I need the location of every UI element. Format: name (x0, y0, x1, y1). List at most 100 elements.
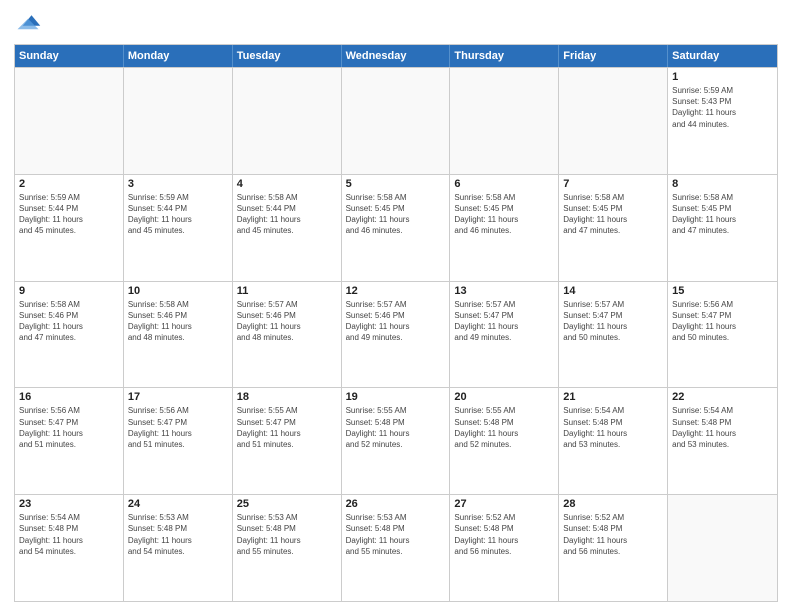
day-info: Sunrise: 5:53 AM Sunset: 5:48 PM Dayligh… (128, 512, 228, 557)
cal-header-day: Saturday (668, 45, 777, 67)
day-number: 17 (128, 391, 228, 403)
header (14, 10, 778, 38)
day-number: 25 (237, 498, 337, 510)
calendar-cell: 10Sunrise: 5:58 AM Sunset: 5:46 PM Dayli… (124, 282, 233, 388)
day-info: Sunrise: 5:56 AM Sunset: 5:47 PM Dayligh… (128, 405, 228, 450)
day-number: 15 (672, 285, 773, 297)
day-info: Sunrise: 5:57 AM Sunset: 5:47 PM Dayligh… (563, 299, 663, 344)
day-number: 8 (672, 178, 773, 190)
day-number: 24 (128, 498, 228, 510)
calendar-row: 9 Sunrise: 5:58 AM Sunset: 5:46 PM Daylig… (15, 281, 777, 388)
day-info: Sunrise: 5:54 AM Sunset: 5:48 PM Dayligh… (563, 405, 663, 450)
cal-header-day: Friday (559, 45, 668, 67)
day-number: 10 (128, 285, 228, 297)
calendar-cell: 3Sunrise: 5:59 AM Sunset: 5:44 PM Daylig… (124, 175, 233, 281)
cal-header-day: Tuesday (233, 45, 342, 67)
day-number: 27 (454, 498, 554, 510)
day-info: Sunrise: 5:57 AM Sunset: 5:46 PM Dayligh… (346, 299, 446, 344)
calendar-cell (15, 68, 124, 174)
calendar-body: 1 Sunrise: 5:59 AM Sunset: 5:43 PM Daylig… (15, 67, 777, 601)
calendar: SundayMondayTuesdayWednesdayThursdayFrid… (14, 44, 778, 602)
calendar-cell: 22 Sunrise: 5:54 AM Sunset: 5:48 PM Dayli… (668, 388, 777, 494)
calendar-cell: 7 Sunrise: 5:58 AM Sunset: 5:45 PM Daylig… (559, 175, 668, 281)
calendar-cell: 5Sunrise: 5:58 AM Sunset: 5:45 PM Daylig… (342, 175, 451, 281)
day-info: Sunrise: 5:56 AM Sunset: 5:47 PM Dayligh… (19, 405, 119, 450)
day-info: Sunrise: 5:52 AM Sunset: 5:48 PM Dayligh… (563, 512, 663, 557)
day-number: 23 (19, 498, 119, 510)
calendar-cell: 16 Sunrise: 5:56 AM Sunset: 5:47 PM Dayli… (15, 388, 124, 494)
day-number: 1 (672, 71, 773, 83)
day-info: Sunrise: 5:58 AM Sunset: 5:45 PM Dayligh… (454, 192, 554, 237)
calendar-cell: 9 Sunrise: 5:58 AM Sunset: 5:46 PM Daylig… (15, 282, 124, 388)
day-info: Sunrise: 5:53 AM Sunset: 5:48 PM Dayligh… (346, 512, 446, 557)
day-number: 9 (19, 285, 119, 297)
logo (14, 10, 46, 38)
calendar-cell (450, 68, 559, 174)
calendar-cell: 25 Sunrise: 5:53 AM Sunset: 5:48 PM Dayli… (233, 495, 342, 601)
calendar-cell: 19 Sunrise: 5:55 AM Sunset: 5:48 PM Dayli… (342, 388, 451, 494)
day-number: 11 (237, 285, 337, 297)
day-number: 22 (672, 391, 773, 403)
day-number: 12 (346, 285, 446, 297)
calendar-cell: 28 Sunrise: 5:52 AM Sunset: 5:48 PM Dayli… (559, 495, 668, 601)
calendar-cell: 12 Sunrise: 5:57 AM Sunset: 5:46 PM Dayli… (342, 282, 451, 388)
calendar-cell: 24 Sunrise: 5:53 AM Sunset: 5:48 PM Dayli… (124, 495, 233, 601)
day-info: Sunrise: 5:58 AM Sunset: 5:44 PM Dayligh… (237, 192, 337, 237)
calendar-cell (668, 495, 777, 601)
calendar-cell: 18 Sunrise: 5:55 AM Sunset: 5:47 PM Dayli… (233, 388, 342, 494)
day-number: 19 (346, 391, 446, 403)
page: SundayMondayTuesdayWednesdayThursdayFrid… (0, 0, 792, 612)
day-number: 16 (19, 391, 119, 403)
calendar-cell: 4 Sunrise: 5:58 AM Sunset: 5:44 PM Daylig… (233, 175, 342, 281)
calendar-row: 1 Sunrise: 5:59 AM Sunset: 5:43 PM Daylig… (15, 67, 777, 174)
calendar-cell: 14 Sunrise: 5:57 AM Sunset: 5:47 PM Dayli… (559, 282, 668, 388)
day-number: 4 (237, 178, 337, 190)
day-info: Sunrise: 5:56 AM Sunset: 5:47 PM Dayligh… (672, 299, 773, 344)
calendar-row: 2 Sunrise: 5:59 AM Sunset: 5:44 PM Daylig… (15, 174, 777, 281)
day-number: 26 (346, 498, 446, 510)
day-info: Sunrise: 5:58 AM Sunset: 5:45 PM Dayligh… (346, 192, 446, 237)
day-number: 14 (563, 285, 663, 297)
calendar-cell: 1 Sunrise: 5:59 AM Sunset: 5:43 PM Daylig… (668, 68, 777, 174)
calendar-cell: 2Sunrise: 5:59 AM Sunset: 5:44 PM Daylig… (15, 175, 124, 281)
day-info: Sunrise: 5:58 AM Sunset: 5:45 PM Dayligh… (563, 192, 663, 237)
day-info: Sunrise: 5:57 AM Sunset: 5:46 PM Dayligh… (237, 299, 337, 344)
logo-icon (14, 10, 42, 38)
calendar-header: SundayMondayTuesdayWednesdayThursdayFrid… (15, 45, 777, 67)
day-info: Sunrise: 5:53 AM Sunset: 5:48 PM Dayligh… (237, 512, 337, 557)
day-number: 21 (563, 391, 663, 403)
day-info: Sunrise: 5:59 AM Sunset: 5:43 PM Dayligh… (672, 85, 773, 130)
calendar-cell: 8Sunrise: 5:58 AM Sunset: 5:45 PM Daylig… (668, 175, 777, 281)
calendar-cell: 6 Sunrise: 5:58 AM Sunset: 5:45 PM Daylig… (450, 175, 559, 281)
day-info: Sunrise: 5:55 AM Sunset: 5:47 PM Dayligh… (237, 405, 337, 450)
day-number: 13 (454, 285, 554, 297)
cal-header-day: Thursday (450, 45, 559, 67)
day-info: Sunrise: 5:57 AM Sunset: 5:47 PM Dayligh… (454, 299, 554, 344)
calendar-cell: 13 Sunrise: 5:57 AM Sunset: 5:47 PM Dayli… (450, 282, 559, 388)
calendar-cell: 20Sunrise: 5:55 AM Sunset: 5:48 PM Dayli… (450, 388, 559, 494)
day-info: Sunrise: 5:58 AM Sunset: 5:46 PM Dayligh… (19, 299, 119, 344)
cal-header-day: Sunday (15, 45, 124, 67)
calendar-cell (342, 68, 451, 174)
calendar-cell (233, 68, 342, 174)
day-number: 28 (563, 498, 663, 510)
calendar-cell: 15 Sunrise: 5:56 AM Sunset: 5:47 PM Dayli… (668, 282, 777, 388)
day-info: Sunrise: 5:55 AM Sunset: 5:48 PM Dayligh… (454, 405, 554, 450)
day-number: 6 (454, 178, 554, 190)
calendar-cell: 11 Sunrise: 5:57 AM Sunset: 5:46 PM Dayli… (233, 282, 342, 388)
day-number: 7 (563, 178, 663, 190)
calendar-cell (559, 68, 668, 174)
day-info: Sunrise: 5:59 AM Sunset: 5:44 PM Dayligh… (128, 192, 228, 237)
calendar-cell: 26 Sunrise: 5:53 AM Sunset: 5:48 PM Dayli… (342, 495, 451, 601)
calendar-cell: 23 Sunrise: 5:54 AM Sunset: 5:48 PM Dayli… (15, 495, 124, 601)
day-number: 18 (237, 391, 337, 403)
day-info: Sunrise: 5:54 AM Sunset: 5:48 PM Dayligh… (672, 405, 773, 450)
calendar-cell (124, 68, 233, 174)
day-info: Sunrise: 5:52 AM Sunset: 5:48 PM Dayligh… (454, 512, 554, 557)
day-info: Sunrise: 5:54 AM Sunset: 5:48 PM Dayligh… (19, 512, 119, 557)
calendar-cell: 21 Sunrise: 5:54 AM Sunset: 5:48 PM Dayli… (559, 388, 668, 494)
day-info: Sunrise: 5:55 AM Sunset: 5:48 PM Dayligh… (346, 405, 446, 450)
cal-header-day: Wednesday (342, 45, 451, 67)
calendar-row: 23 Sunrise: 5:54 AM Sunset: 5:48 PM Dayli… (15, 494, 777, 601)
day-number: 2 (19, 178, 119, 190)
